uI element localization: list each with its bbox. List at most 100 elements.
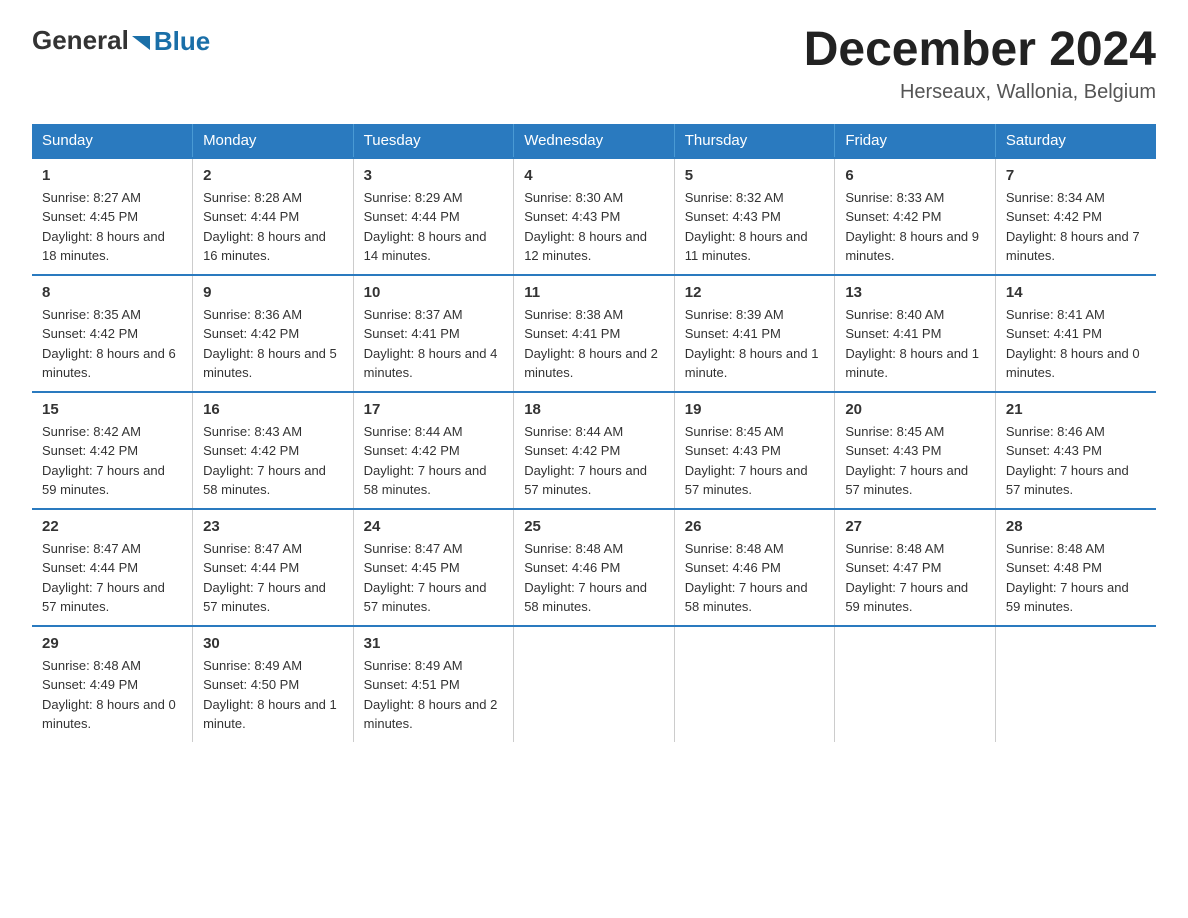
calendar-cell: 4 Sunrise: 8:30 AMSunset: 4:43 PMDayligh… [514,158,675,275]
day-number: 22 [42,518,182,535]
day-info: Sunrise: 8:45 AMSunset: 4:43 PMDaylight:… [845,422,985,500]
day-info: Sunrise: 8:43 AMSunset: 4:42 PMDaylight:… [203,422,343,500]
day-info: Sunrise: 8:30 AMSunset: 4:43 PMDaylight:… [524,188,664,266]
calendar-cell: 11 Sunrise: 8:38 AMSunset: 4:41 PMDaylig… [514,275,675,392]
calendar-cell: 30 Sunrise: 8:49 AMSunset: 4:50 PMDaylig… [193,626,354,742]
day-info: Sunrise: 8:29 AMSunset: 4:44 PMDaylight:… [364,188,504,266]
day-number: 5 [685,167,825,184]
calendar-cell: 18 Sunrise: 8:44 AMSunset: 4:42 PMDaylig… [514,392,675,509]
day-info: Sunrise: 8:37 AMSunset: 4:41 PMDaylight:… [364,305,504,383]
calendar-cell [835,626,996,742]
header-monday: Monday [193,124,354,158]
day-info: Sunrise: 8:48 AMSunset: 4:47 PMDaylight:… [845,539,985,617]
calendar-cell [995,626,1156,742]
day-info: Sunrise: 8:48 AMSunset: 4:46 PMDaylight:… [524,539,664,617]
day-number: 29 [42,635,182,652]
day-number: 24 [364,518,504,535]
page-header: General Blue December 2024 Herseaux, Wal… [32,24,1156,104]
day-info: Sunrise: 8:48 AMSunset: 4:48 PMDaylight:… [1006,539,1146,617]
calendar-cell: 6 Sunrise: 8:33 AMSunset: 4:42 PMDayligh… [835,158,996,275]
calendar-cell: 22 Sunrise: 8:47 AMSunset: 4:44 PMDaylig… [32,509,193,626]
day-number: 2 [203,167,343,184]
day-number: 31 [364,635,504,652]
day-number: 13 [845,284,985,301]
header-thursday: Thursday [674,124,835,158]
calendar-cell: 14 Sunrise: 8:41 AMSunset: 4:41 PMDaylig… [995,275,1156,392]
calendar-cell: 21 Sunrise: 8:46 AMSunset: 4:43 PMDaylig… [995,392,1156,509]
day-info: Sunrise: 8:40 AMSunset: 4:41 PMDaylight:… [845,305,985,383]
day-info: Sunrise: 8:33 AMSunset: 4:42 PMDaylight:… [845,188,985,266]
day-info: Sunrise: 8:46 AMSunset: 4:43 PMDaylight:… [1006,422,1146,500]
day-info: Sunrise: 8:45 AMSunset: 4:43 PMDaylight:… [685,422,825,500]
calendar-cell: 7 Sunrise: 8:34 AMSunset: 4:42 PMDayligh… [995,158,1156,275]
calendar-week-1: 1 Sunrise: 8:27 AMSunset: 4:45 PMDayligh… [32,158,1156,275]
day-number: 18 [524,401,664,418]
calendar-week-3: 15 Sunrise: 8:42 AMSunset: 4:42 PMDaylig… [32,392,1156,509]
day-number: 23 [203,518,343,535]
logo-blue: Blue [154,26,210,57]
month-title: December 2024 [804,24,1156,77]
day-number: 6 [845,167,985,184]
day-info: Sunrise: 8:36 AMSunset: 4:42 PMDaylight:… [203,305,343,383]
day-info: Sunrise: 8:47 AMSunset: 4:44 PMDaylight:… [203,539,343,617]
logo: General Blue [32,24,210,57]
day-info: Sunrise: 8:38 AMSunset: 4:41 PMDaylight:… [524,305,664,383]
day-info: Sunrise: 8:48 AMSunset: 4:46 PMDaylight:… [685,539,825,617]
day-number: 20 [845,401,985,418]
day-number: 19 [685,401,825,418]
calendar-cell [674,626,835,742]
day-info: Sunrise: 8:42 AMSunset: 4:42 PMDaylight:… [42,422,182,500]
day-number: 21 [1006,401,1146,418]
calendar-cell: 13 Sunrise: 8:40 AMSunset: 4:41 PMDaylig… [835,275,996,392]
day-number: 14 [1006,284,1146,301]
title-section: December 2024 Herseaux, Wallonia, Belgiu… [804,24,1156,104]
calendar-cell: 9 Sunrise: 8:36 AMSunset: 4:42 PMDayligh… [193,275,354,392]
header-saturday: Saturday [995,124,1156,158]
calendar-cell: 5 Sunrise: 8:32 AMSunset: 4:43 PMDayligh… [674,158,835,275]
day-number: 15 [42,401,182,418]
day-info: Sunrise: 8:49 AMSunset: 4:51 PMDaylight:… [364,656,504,734]
day-number: 26 [685,518,825,535]
day-info: Sunrise: 8:41 AMSunset: 4:41 PMDaylight:… [1006,305,1146,383]
header-wednesday: Wednesday [514,124,675,158]
day-number: 1 [42,167,182,184]
day-number: 28 [1006,518,1146,535]
calendar-cell: 15 Sunrise: 8:42 AMSunset: 4:42 PMDaylig… [32,392,193,509]
calendar-cell: 24 Sunrise: 8:47 AMSunset: 4:45 PMDaylig… [353,509,514,626]
day-info: Sunrise: 8:48 AMSunset: 4:49 PMDaylight:… [42,656,182,734]
calendar-cell: 25 Sunrise: 8:48 AMSunset: 4:46 PMDaylig… [514,509,675,626]
day-info: Sunrise: 8:44 AMSunset: 4:42 PMDaylight:… [524,422,664,500]
calendar-cell: 27 Sunrise: 8:48 AMSunset: 4:47 PMDaylig… [835,509,996,626]
calendar-cell: 8 Sunrise: 8:35 AMSunset: 4:42 PMDayligh… [32,275,193,392]
day-number: 17 [364,401,504,418]
logo-general: General [32,25,129,56]
day-number: 11 [524,284,664,301]
calendar-cell [514,626,675,742]
day-number: 8 [42,284,182,301]
calendar-cell: 19 Sunrise: 8:45 AMSunset: 4:43 PMDaylig… [674,392,835,509]
calendar-cell: 28 Sunrise: 8:48 AMSunset: 4:48 PMDaylig… [995,509,1156,626]
day-info: Sunrise: 8:47 AMSunset: 4:44 PMDaylight:… [42,539,182,617]
day-info: Sunrise: 8:39 AMSunset: 4:41 PMDaylight:… [685,305,825,383]
day-number: 12 [685,284,825,301]
calendar-cell: 16 Sunrise: 8:43 AMSunset: 4:42 PMDaylig… [193,392,354,509]
calendar-cell: 29 Sunrise: 8:48 AMSunset: 4:49 PMDaylig… [32,626,193,742]
day-number: 30 [203,635,343,652]
day-number: 25 [524,518,664,535]
calendar-cell: 23 Sunrise: 8:47 AMSunset: 4:44 PMDaylig… [193,509,354,626]
calendar-cell: 3 Sunrise: 8:29 AMSunset: 4:44 PMDayligh… [353,158,514,275]
day-info: Sunrise: 8:35 AMSunset: 4:42 PMDaylight:… [42,305,182,383]
calendar-cell: 1 Sunrise: 8:27 AMSunset: 4:45 PMDayligh… [32,158,193,275]
day-number: 10 [364,284,504,301]
header-friday: Friday [835,124,996,158]
header-sunday: Sunday [32,124,193,158]
calendar-header-row: Sunday Monday Tuesday Wednesday Thursday… [32,124,1156,158]
day-info: Sunrise: 8:44 AMSunset: 4:42 PMDaylight:… [364,422,504,500]
location-subtitle: Herseaux, Wallonia, Belgium [804,81,1156,104]
calendar-week-5: 29 Sunrise: 8:48 AMSunset: 4:49 PMDaylig… [32,626,1156,742]
header-tuesday: Tuesday [353,124,514,158]
calendar-table: Sunday Monday Tuesday Wednesday Thursday… [32,124,1156,742]
calendar-cell: 10 Sunrise: 8:37 AMSunset: 4:41 PMDaylig… [353,275,514,392]
logo-triangle-icon [130,32,152,54]
day-info: Sunrise: 8:49 AMSunset: 4:50 PMDaylight:… [203,656,343,734]
